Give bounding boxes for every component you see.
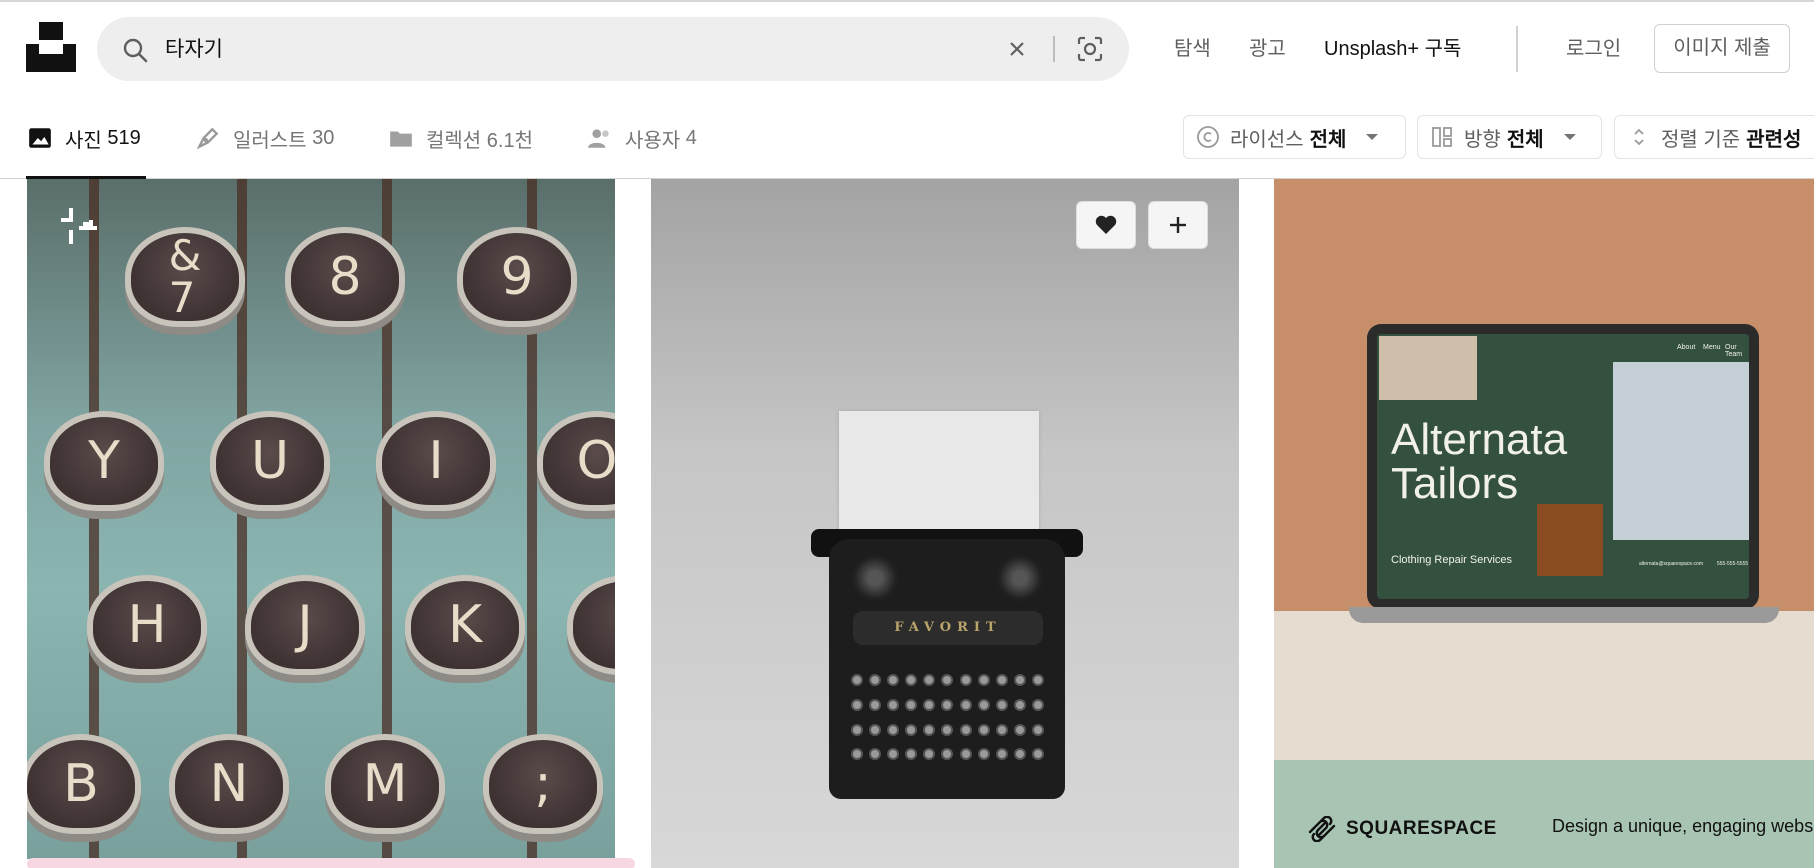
next-photo-edge (27, 858, 635, 868)
plus-icon (1170, 217, 1186, 233)
screen-title: Alternata Tailors (1391, 415, 1568, 508)
key-o: O (537, 411, 615, 511)
ribbon-spool (996, 554, 1044, 602)
typewriter-brand: FAVORIT (853, 611, 1043, 645)
clear-search-icon[interactable] (1005, 37, 1029, 61)
search-icon[interactable] (122, 37, 148, 63)
screen-image-fabric (1379, 336, 1477, 400)
laptop-base (1349, 607, 1779, 623)
key-l: L (567, 575, 615, 675)
screen-image-leather (1537, 504, 1603, 576)
sort-filter-value: 관련성 (1746, 128, 1802, 151)
ad-tagline: Design a unique, engaging websi (1552, 816, 1814, 836)
photo-typewriter[interactable]: FAVORIT (651, 179, 1239, 868)
key-m: M (325, 734, 445, 834)
tab-users[interactable]: 사용자 4 (587, 123, 697, 153)
squarespace-icon (1308, 816, 1336, 842)
search-divider (1053, 36, 1055, 62)
screen-nav-about: About (1677, 344, 1696, 351)
tab-photos[interactable]: 사진 519 (27, 123, 141, 153)
chevron-down-icon (1563, 134, 1576, 140)
unsplash-plus-icon (61, 208, 97, 244)
key-i: I (376, 411, 496, 511)
orientation-filter-label: 방향 (1464, 128, 1501, 151)
squarespace-logo[interactable]: SQUARESPACE (1306, 816, 1497, 842)
copyright-icon (1197, 126, 1219, 148)
nav-explore[interactable]: 탐색 (1174, 32, 1211, 61)
license-filter-value: 전체 (1309, 128, 1347, 151)
folder-icon (390, 131, 412, 147)
screen-nav-menu: Menu (1703, 344, 1721, 351)
tab-photos-count: 519 (107, 126, 141, 149)
tab-users-count: 4 (685, 126, 697, 149)
key-k: K (405, 575, 525, 675)
sort-filter[interactable]: 정렬 기준 관련성 (1614, 115, 1814, 159)
orientation-icon (1432, 127, 1452, 147)
key-9: 9 (457, 227, 577, 327)
typewriter-keys (851, 674, 1046, 769)
tab-collections-label: 컬렉션 (426, 129, 482, 152)
tab-illustrations-label: 일러스트 (233, 129, 307, 152)
key-8: 8 (285, 227, 405, 327)
nav-advertise[interactable]: 광고 (1249, 32, 1286, 61)
screen-nav-team: Our Team (1725, 344, 1743, 358)
nav-separator (1516, 26, 1518, 72)
chevron-down-icon (1366, 134, 1379, 140)
squarespace-ad[interactable]: About Menu Our Team Alternata Tailors Cl… (1274, 179, 1814, 868)
heart-icon (1095, 215, 1117, 234)
screen-phone: 555-555-5555 (1717, 561, 1749, 567)
key-ampersand-7: & 7 (125, 227, 245, 327)
photo-typewriter-keys[interactable]: &7 8 9 Y U I O H J K L B N M ; (27, 179, 615, 859)
laptop-screen: About Menu Our Team Alternata Tailors Cl… (1377, 334, 1749, 599)
pen-icon (196, 127, 219, 150)
tab-users-label: 사용자 (625, 129, 681, 152)
screen-image-shirt (1613, 362, 1749, 540)
add-to-collection-button[interactable] (1148, 201, 1208, 249)
submit-image-button[interactable]: 이미지 제출 (1654, 24, 1790, 73)
login-link[interactable]: 로그인 (1566, 32, 1621, 61)
sort-arrows-icon (1634, 128, 1644, 146)
tab-collections-count: 6.1천 (486, 129, 533, 152)
tab-illustrations-count: 30 (312, 126, 335, 149)
like-button[interactable] (1076, 201, 1136, 249)
ribbon-spool (851, 554, 899, 602)
screen-email: alternata@squarespace.com (1639, 561, 1703, 567)
tab-illustrations[interactable]: 일러스트 30 (195, 123, 334, 153)
laptop: About Menu Our Team Alternata Tailors Cl… (1367, 324, 1759, 609)
tab-photos-label: 사진 (65, 129, 102, 152)
key-u: U (210, 411, 330, 511)
nav-unsplash-plus[interactable]: Unsplash+ 구독 (1324, 32, 1461, 61)
key-semicolon: ; (483, 734, 603, 834)
top-border (0, 0, 1814, 2)
key-h: H (87, 575, 207, 675)
unsplash-logo[interactable] (26, 22, 76, 72)
display-table (1274, 611, 1814, 761)
sort-filter-label: 정렬 기준 (1661, 128, 1741, 151)
key-y: Y (44, 411, 164, 511)
ad-banner (1274, 760, 1814, 868)
license-filter[interactable]: 라이선스 전체 (1183, 115, 1406, 159)
orientation-filter-value: 전체 (1506, 128, 1544, 151)
screen-subtitle: Clothing Repair Services (1391, 554, 1513, 566)
visual-search-icon[interactable] (1076, 35, 1104, 63)
key-b: B (27, 734, 141, 834)
search-bar[interactable] (97, 17, 1129, 81)
squarespace-wordmark: SQUARESPACE (1346, 818, 1497, 839)
key-n: N (169, 734, 289, 834)
orientation-filter[interactable]: 방향 전체 (1417, 115, 1602, 159)
tab-collections[interactable]: 컬렉션 6.1천 (388, 123, 533, 153)
key-j: J (245, 575, 365, 675)
image-icon (29, 128, 51, 148)
users-icon (588, 129, 609, 148)
license-filter-label: 라이선스 (1230, 128, 1304, 151)
search-input[interactable] (165, 36, 765, 60)
